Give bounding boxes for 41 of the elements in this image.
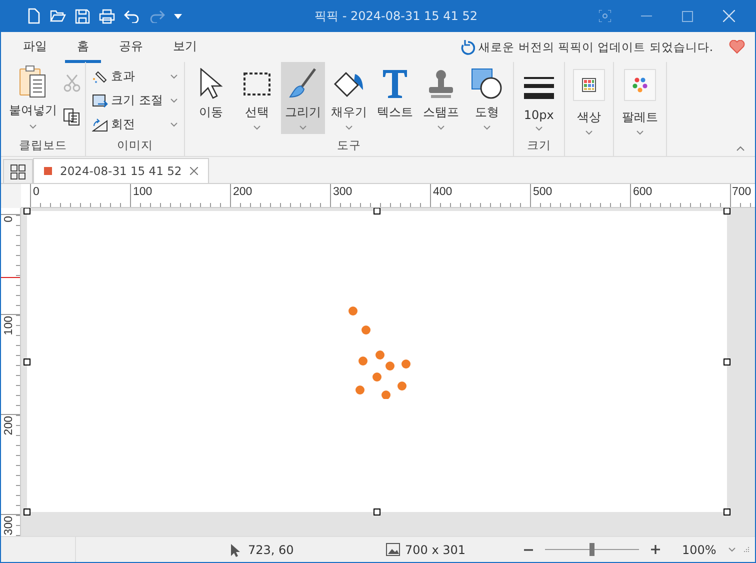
tool-button[interactable]: 스탬프 [418, 62, 463, 134]
ribbon-tab[interactable]: 파일 [11, 32, 59, 62]
tool-button[interactable]: 텍스트 [372, 62, 417, 134]
tool-button[interactable]: 그리기 [280, 62, 325, 134]
image-size: 700 x 301 [405, 542, 466, 556]
ruler-label: 400 [430, 184, 530, 207]
ruler-label: 600 [630, 184, 730, 207]
ruler-label: 700 [730, 184, 754, 207]
document-tab[interactable]: 2024-08-31 15 41 52 [33, 158, 209, 183]
group-label: 클립보드 [18, 138, 68, 154]
tool-button[interactable]: 이동 [188, 62, 233, 134]
ruler-label: 200 [2, 415, 14, 436]
line-width-button[interactable]: 10px [518, 62, 560, 134]
paste-button[interactable]: 붙여넣기 [5, 62, 61, 134]
ribbon-tab[interactable]: 공유 [107, 32, 155, 62]
tool-button[interactable]: 선택 [234, 62, 279, 134]
group-label: 이미지 [116, 138, 154, 154]
image-menu-button[interactable]: 회전 [90, 113, 180, 136]
ruler-label: 100 [130, 184, 230, 207]
image-menu-button[interactable]: 크기 조절 [90, 89, 180, 112]
ribbon-tab[interactable]: 홈 [65, 32, 101, 62]
zoom-percent[interactable]: 100% [682, 542, 716, 556]
ruler-label: 300 [330, 184, 430, 207]
tool-button[interactable]: 채우기 [326, 62, 371, 134]
window-title: 픽픽 - 2024-08-31 15 41 52 [314, 8, 478, 24]
ruler-label: 300 [2, 515, 14, 536]
update-notice[interactable]: 새로운 버전의 픽픽이 업데이트 되었습니다. [478, 40, 713, 54]
ribbon-tab[interactable]: 보기 [161, 32, 209, 62]
ruler-label: 500 [530, 184, 630, 207]
cursor-position: 723, 60 [248, 542, 294, 556]
ruler-label: 0 [30, 184, 130, 207]
document-tab-title: 2024-08-31 15 41 52 [60, 164, 182, 178]
tool-button[interactable]: 도형 [464, 62, 509, 134]
color-button[interactable]: 색상 [568, 66, 609, 138]
ruler-label: 200 [230, 184, 330, 207]
ruler-label: 100 [2, 315, 14, 336]
ruler-label: 0 [2, 215, 14, 222]
group-label: 크기 [526, 138, 552, 154]
palette-button[interactable]: 팔레트 [618, 66, 662, 138]
group-label: 도구 [336, 138, 362, 154]
image-menu-button[interactable]: 효과 [90, 65, 180, 88]
